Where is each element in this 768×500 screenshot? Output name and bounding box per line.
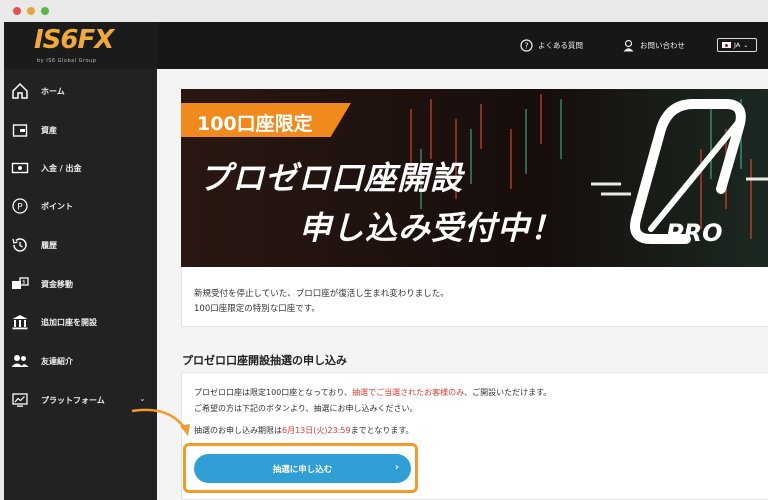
sidebar-item-deposit[interactable]: 入金 / 出金 [4, 151, 157, 187]
sidebar-item-transfer[interactable]: $ 資金移動 [4, 267, 157, 303]
faq-link[interactable]: ? よくある質問 [520, 39, 583, 52]
svg-text:?: ? [524, 42, 528, 51]
sidebar-item-label: 資金移動 [41, 280, 73, 289]
banner-headline-2: 申し込み受付中！ [299, 209, 564, 247]
transfer-icon: $ [12, 277, 29, 289]
sidebar-item-label: 友達紹介 [41, 357, 73, 366]
logo[interactable]: IS6FX by IS6 Global Group [4, 22, 157, 69]
close-window-button[interactable] [13, 7, 21, 15]
bank-icon [12, 315, 28, 330]
window-titlebar [0, 0, 768, 22]
home-icon [12, 82, 28, 99]
deadline-text: までとなります。 [350, 426, 414, 435]
sidebar-item-assets[interactable]: 資産 [4, 113, 157, 149]
limited-tag-text: 100口座限定 [197, 113, 313, 135]
intro-card: 新規受付を停止していた、プロ口座が復活し生まれ変わりました。 100口座限定の特… [181, 267, 768, 327]
sidebar-item-label: 追加口座を開設 [41, 318, 97, 327]
sidebar: IS6FX by IS6 Global Group ホーム 資産 入金 / 出金… [4, 22, 157, 500]
friends-icon [11, 355, 29, 367]
logo-subtitle: by IS6 Global Group [37, 58, 97, 64]
sidebar-item-label: 資産 [41, 126, 57, 135]
description-text: プロゼロ口座は限定100口座となっており、 [194, 388, 353, 397]
highlight-text: 抽選でご当選されたお客様のみ [352, 388, 465, 397]
intro-line-1: 新規受付を停止していた、プロ口座が復活し生まれ変わりました。 [194, 289, 449, 299]
language-label: JA [734, 41, 741, 49]
points-icon: P [12, 198, 28, 214]
support-agent-icon [623, 39, 634, 52]
faq-label: よくある質問 [538, 41, 583, 50]
section-title: プロゼロ口座開設抽選の申し込み [182, 354, 347, 367]
pro-badge: PRO [666, 219, 723, 247]
contact-link[interactable]: お問い合わせ [622, 39, 685, 52]
sidebar-item-platform[interactable]: プラットフォーム ⌄ [4, 383, 157, 419]
app-window: IS6FX by IS6 Global Group ホーム 資産 入金 / 出金… [0, 0, 768, 500]
contact-label: お問い合わせ [640, 41, 685, 50]
sidebar-item-home[interactable]: ホーム [4, 74, 157, 110]
apply-button-label: 抽選に申し込む [272, 465, 333, 475]
sidebar-item-label: プラットフォーム [41, 396, 105, 405]
deadline-text: 抽選のお申し込み期限は [194, 426, 282, 435]
sidebar-item-label: ホーム [41, 87, 65, 96]
deadline-date: 6月13日(火)23:59 [282, 426, 351, 435]
sidebar-item-referral[interactable]: 友達紹介 [4, 344, 157, 380]
svg-text:P: P [17, 203, 23, 213]
logo-text: IS6FX [34, 25, 114, 55]
sidebar-item-history[interactable]: 履歴 [4, 228, 157, 264]
help-icon: ? [520, 39, 533, 52]
sidebar-item-label: 履歴 [41, 241, 57, 250]
deadline-line: 抽選のお申し込み期限は6月13日(火)23:59までとなります。 [194, 425, 414, 436]
chevron-down-icon: ⌄ [743, 41, 749, 49]
description-line-1: プロゼロ口座は限定100口座となっており、抽選でご当選されたお客様のみ、ご開設い… [194, 387, 551, 398]
main-content: 100口座限定 プロゼロ口座開設 申し込み受付中！ PRO 新規受付を停止してい… [157, 69, 768, 500]
sidebar-item-label: 入金 / 出金 [41, 164, 82, 173]
deposit-icon [11, 162, 29, 174]
chevron-down-icon: ⌄ [139, 394, 146, 403]
svg-text:$: $ [22, 280, 25, 286]
intro-line-2: 100口座限定の特別な口座です。 [194, 304, 320, 314]
history-icon [12, 238, 27, 252]
language-select[interactable]: JA ⌄ [717, 38, 757, 52]
application-card: プロゼロ口座は限定100口座となっており、抽選でご当選されたお客様のみ、ご開設い… [181, 372, 768, 500]
sidebar-item-points[interactable]: P ポイント [4, 189, 157, 225]
promo-banner[interactable]: 100口座限定 プロゼロ口座開設 申し込み受付中！ PRO [181, 89, 768, 267]
platform-icon [12, 393, 28, 407]
sidebar-item-open-account[interactable]: 追加口座を開設 [4, 305, 157, 341]
minimize-window-button[interactable] [27, 7, 35, 15]
apply-lottery-button[interactable]: 抽選に申し込む › [194, 454, 411, 483]
japan-flag-icon [722, 42, 731, 48]
maximize-window-button[interactable] [41, 7, 49, 15]
description-line-2: ご希望の方は下記のボタンより、抽選にお申し込みください。 [194, 404, 418, 413]
wallet-icon [12, 124, 28, 137]
description-text: 、ご開設いただけます。 [464, 388, 552, 397]
chevron-right-icon: › [394, 462, 399, 473]
top-bar: ? よくある質問 お問い合わせ JA ⌄ [157, 22, 768, 69]
browser-viewport: IS6FX by IS6 Global Group ホーム 資産 入金 / 出金… [4, 22, 768, 500]
banner-headline-1: プロゼロ口座開設 [199, 159, 464, 197]
sidebar-item-label: ポイント [41, 202, 73, 211]
